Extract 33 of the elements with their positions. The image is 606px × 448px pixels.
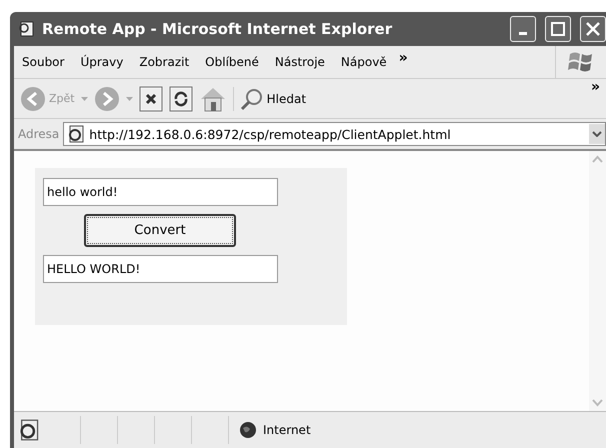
minimize-icon: [519, 32, 527, 34]
flag-logo-icon: [568, 50, 594, 74]
menu-item[interactable]: Nápově: [332, 52, 395, 72]
home-icon[interactable]: [198, 86, 227, 112]
menu-item[interactable]: Soubor: [14, 52, 72, 72]
globe-icon: [239, 421, 257, 439]
maximize-icon: [551, 22, 565, 36]
search-button[interactable]: Hledat: [232, 86, 306, 110]
menu-item[interactable]: Zobrazit: [131, 52, 198, 72]
zone-label: Internet: [263, 423, 311, 437]
window-title: Remote App - Microsoft Internet Explorer: [42, 20, 394, 38]
menu-item[interactable]: Úpravy: [72, 52, 132, 72]
output-field[interactable]: HELLO WORLD!: [43, 255, 278, 283]
stop-icon[interactable]: [138, 86, 163, 112]
search-icon: [240, 86, 264, 110]
page-icon: [18, 20, 36, 38]
menu-item[interactable]: Oblíbené: [197, 52, 267, 72]
minimize-button[interactable]: [510, 16, 536, 42]
menu-overflow[interactable]: »: [394, 50, 414, 66]
convert-button[interactable]: Convert: [84, 214, 236, 247]
maximize-button[interactable]: [545, 16, 571, 42]
address-label: Adresa: [18, 127, 60, 141]
input-field[interactable]: hello world!: [43, 178, 278, 206]
page-icon: [67, 125, 86, 143]
chevron-down-icon: [592, 131, 602, 137]
toolbar-overflow[interactable]: »: [590, 79, 600, 95]
page-icon: [18, 419, 40, 441]
close-button[interactable]: [580, 16, 606, 42]
close-icon: [586, 22, 600, 36]
menu-item[interactable]: Nástroje: [266, 52, 333, 72]
dropdown-button[interactable]: [589, 124, 605, 144]
refresh-icon[interactable]: [168, 86, 193, 112]
address-field[interactable]: http://192.168.0.6:8972/csp/remoteapp/ClientApplet.html: [63, 122, 606, 146]
